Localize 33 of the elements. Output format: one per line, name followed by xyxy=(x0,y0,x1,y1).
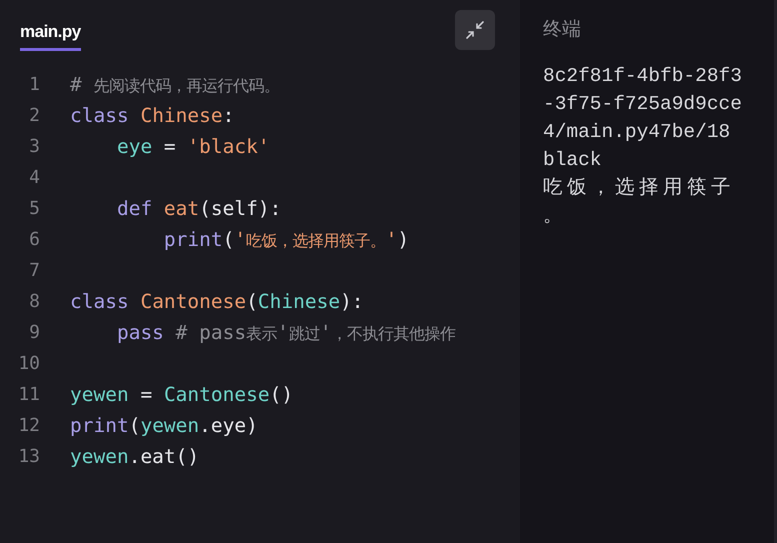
code-line: pass # pass表示'跳过'，不执行其他操作 xyxy=(116,320,456,344)
terminal-output-line: -3f75-f725a9d9cce xyxy=(543,92,742,117)
collapse-icon xyxy=(465,20,485,40)
code-line: def eat(self): xyxy=(116,197,282,220)
code-line: class Cantonese(Chinese): xyxy=(70,290,364,313)
code-line: print('吃饭，选择用筷子。') xyxy=(162,228,410,252)
terminal-output-line: 8c2f81f-4bfb-28f3 xyxy=(543,64,742,89)
line-number: 8 xyxy=(28,291,41,312)
line-number: 5 xyxy=(28,198,41,219)
code-line: yewen.eat() xyxy=(70,445,200,468)
line-number: 13 xyxy=(17,446,41,467)
code-line: eye = 'black' xyxy=(116,135,270,158)
line-number: 12 xyxy=(17,415,41,436)
line-number: 9 xyxy=(28,322,41,343)
line-number: 3 xyxy=(28,136,41,157)
code-line: class Chinese: xyxy=(70,104,234,127)
terminal-output-line: 吃饭，选择用筷子 xyxy=(543,176,735,201)
file-tab[interactable]: main.py xyxy=(20,20,81,51)
line-number: 2 xyxy=(28,105,41,126)
code-line: # 先阅读代码，再运行代码。 xyxy=(70,72,280,96)
line-number: 6 xyxy=(28,229,41,250)
terminal-title: 终端 xyxy=(543,17,582,42)
terminal-output-line: 4/main.py47be/18 xyxy=(543,120,730,145)
terminal-output-line: 。 xyxy=(543,204,567,229)
line-number: 7 xyxy=(28,260,41,281)
line-number: 1 xyxy=(28,74,41,95)
code-line: print(yewen.eye) xyxy=(70,414,258,437)
code-line: yewen = Cantonese() xyxy=(70,383,294,406)
line-number: 4 xyxy=(28,167,41,188)
terminal-output-line: black xyxy=(543,148,602,173)
collapse-button[interactable] xyxy=(455,10,495,50)
line-number: 11 xyxy=(17,384,41,405)
line-number: 10 xyxy=(17,353,41,374)
